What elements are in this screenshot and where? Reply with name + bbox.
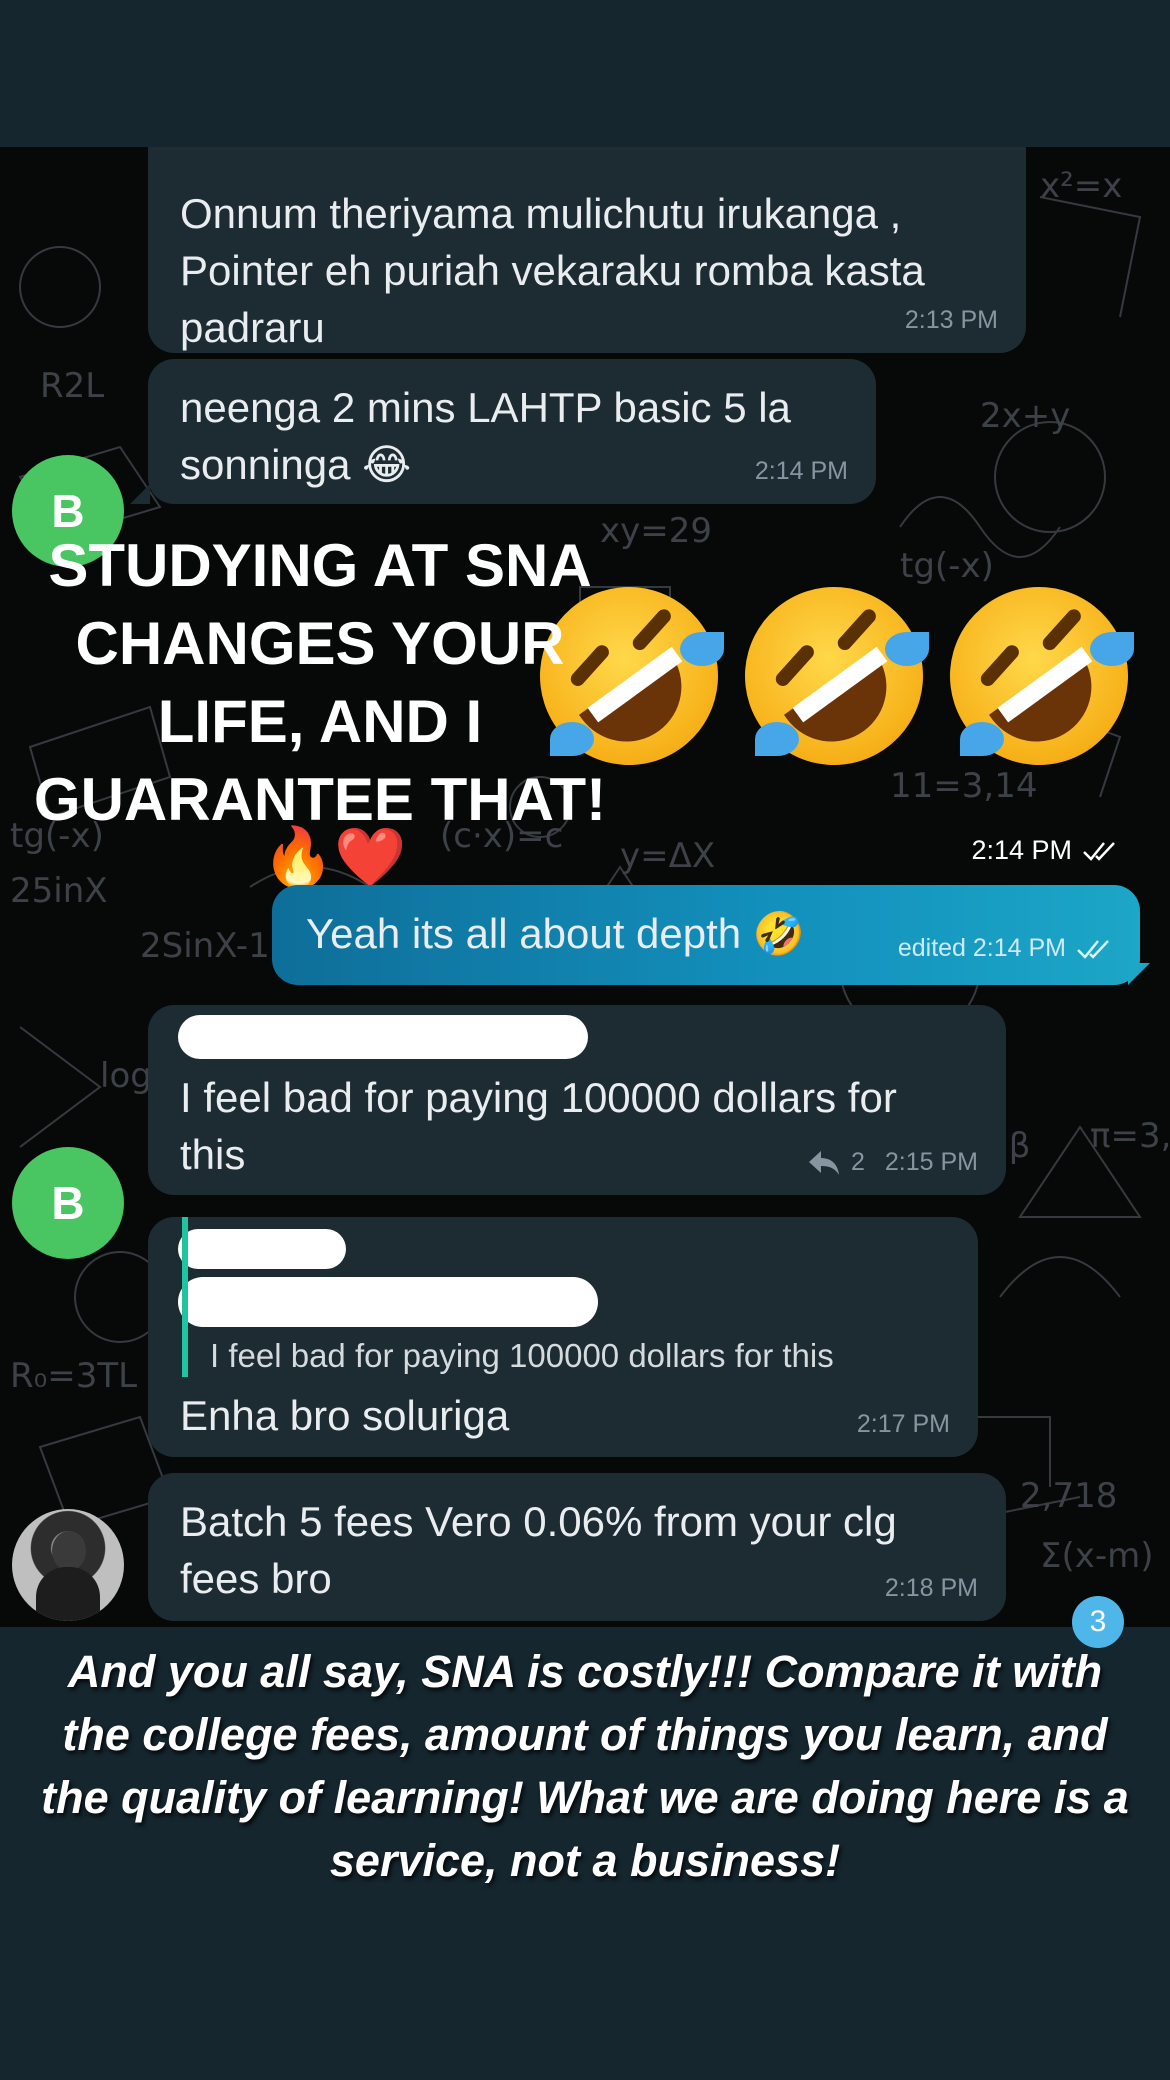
svg-text:25inX: 25inX bbox=[10, 871, 108, 911]
message-text: Enha bro soluriga bbox=[180, 1392, 510, 1439]
sender-avatar[interactable]: B bbox=[12, 1147, 124, 1259]
message-meta: 2 2:15 PM bbox=[807, 1148, 978, 1177]
svg-text:π=3,14: π=3,14 bbox=[1090, 1116, 1170, 1156]
story-caption: And you all say, SNA is costly!!! Compar… bbox=[41, 1646, 1129, 1886]
quoted-message[interactable]: I feel bad for paying 100000 dollars for… bbox=[182, 1217, 834, 1377]
message-bubble[interactable]: Batch 5 fees Vero 0.06% from your clg fe… bbox=[148, 1473, 1006, 1621]
message-time: 2:13 PM bbox=[904, 306, 998, 334]
svg-text:Σ(x-m): Σ(x-m) bbox=[1040, 1536, 1154, 1576]
reply-icon[interactable] bbox=[807, 1149, 841, 1177]
svg-text:R₀=3TL: R₀=3TL bbox=[10, 1356, 137, 1396]
story-overlay-title: STUDYING AT SNA CHANGES YOUR LIFE, AND I… bbox=[33, 532, 607, 833]
message-text: Batch 5 fees Vero 0.06% from your clg fe… bbox=[180, 1498, 897, 1602]
fire-heart-emoji: 🔥❤️ bbox=[262, 825, 407, 890]
message-text: Onnum theriyama mulichutu irukanga , Poi… bbox=[180, 190, 925, 351]
message-bubble[interactable]: I feel bad for paying 100000 dollars for… bbox=[148, 1217, 978, 1457]
double-check-icon bbox=[1077, 939, 1109, 959]
svg-text:x²=x: x²=x bbox=[1040, 166, 1122, 206]
message-time: 2:17 PM bbox=[856, 1410, 950, 1438]
bubble-tail-outgoing bbox=[1128, 963, 1150, 985]
svg-text:2,718: 2,718 bbox=[1020, 1476, 1117, 1516]
message-time: 2:14 PM bbox=[971, 835, 1118, 866]
message-bubble[interactable]: I feel bad for paying 100000 dollars for… bbox=[148, 1005, 1006, 1195]
bubble-tail bbox=[130, 484, 150, 504]
emoji-message[interactable] bbox=[516, 563, 1152, 927]
svg-text:tg(-x): tg(-x) bbox=[900, 546, 994, 586]
sender-avatar-photo[interactable] bbox=[12, 1509, 124, 1621]
quoted-message-text: I feel bad for paying 100000 dollars for… bbox=[210, 1337, 834, 1374]
svg-text:2SinX-1: 2SinX-1 bbox=[140, 926, 270, 966]
chat-area: x²=x 2x+y R2L xy=29 tg(-x) tg(-x) 25inX … bbox=[0, 147, 1170, 1627]
message-bubble[interactable]: Onnum theriyama mulichutu irukanga , Poi… bbox=[148, 147, 1026, 353]
double-check-icon bbox=[1083, 841, 1115, 861]
svg-text:2x+y: 2x+y bbox=[980, 396, 1070, 436]
redacted-sender-name bbox=[178, 1015, 588, 1059]
message-time: 2:18 PM bbox=[884, 1574, 978, 1602]
message-time: 2:14 PM bbox=[754, 457, 848, 485]
message-bubble[interactable]: neenga 2 mins LAHTP basic 5 la sonninga … bbox=[148, 359, 876, 504]
svg-text:R2L: R2L bbox=[40, 366, 104, 406]
message-bubble-outgoing[interactable]: Yeah its all about depth 🤣 edited 2:14 P… bbox=[272, 885, 1140, 985]
message-time: edited 2:14 PM bbox=[898, 934, 1112, 963]
message-text: neenga 2 mins LAHTP basic 5 la sonninga … bbox=[180, 384, 791, 488]
